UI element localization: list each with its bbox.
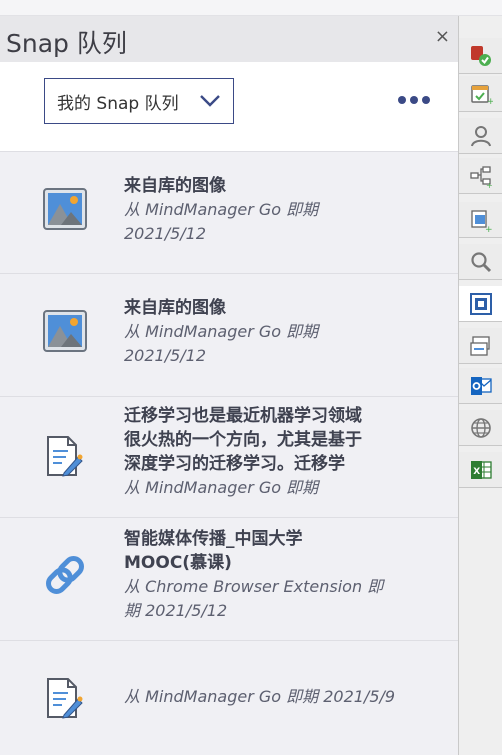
item-title-line: 迁移学习也是最近机器学习领域 xyxy=(124,406,362,426)
image-icon xyxy=(43,188,87,230)
more-options-button[interactable] xyxy=(394,88,434,112)
item-source: 从 MindManager Go 即期 xyxy=(124,200,319,219)
excel-icon: X xyxy=(470,460,492,479)
snap-queue-button[interactable] xyxy=(459,286,502,322)
chevron-down-icon xyxy=(200,95,220,107)
svg-text:+: + xyxy=(485,225,493,232)
person-button[interactable] xyxy=(459,118,502,154)
map-nodes-button[interactable]: + xyxy=(459,158,502,194)
list-item[interactable]: 从 MindManager Go 即期 2021/5/9 xyxy=(0,641,458,754)
search-button[interactable] xyxy=(459,244,502,280)
queue-dropdown[interactable]: 我的 Snap 队列 xyxy=(44,78,234,124)
item-text: 迁移学习也是最近机器学习领域 很火热的一个方向，尤其是基于 深度学习的迁移学习。… xyxy=(124,404,424,500)
list-item[interactable]: 来自库的图像 从 MindManager Go 即期 2021/5/12 xyxy=(0,274,458,397)
task-check-icon xyxy=(470,45,491,66)
link-icon xyxy=(46,556,84,594)
tool-sidebar: + + + X xyxy=(458,16,502,755)
item-date: 2021/5/12 xyxy=(124,224,207,243)
outlook-icon xyxy=(470,376,492,395)
item-date: 2021/5/12 xyxy=(124,346,207,365)
list-item[interactable]: 智能媒体传播_中国大学 MOOC(慕课) 从 Chrome Browser Ex… xyxy=(0,518,458,641)
item-source: 从 MindManager Go 即期 xyxy=(124,322,319,341)
svg-text:+: + xyxy=(487,97,493,106)
top-strip xyxy=(0,0,502,16)
item-source: 从 MindManager Go 即期 2021/5/9 xyxy=(124,687,396,706)
note-icon xyxy=(47,436,83,477)
panel-title: Snap 队列 xyxy=(6,29,127,58)
item-source-line: 期 2021/5/12 xyxy=(124,601,228,620)
queue-dropdown-label: 我的 Snap 队列 xyxy=(57,93,179,114)
excel-button[interactable]: X xyxy=(459,452,502,488)
item-text: 来自库的图像 从 MindManager Go 即期 2021/5/12 xyxy=(124,174,424,246)
panel-header: Snap 队列 × xyxy=(0,16,458,62)
more-dots-icon xyxy=(394,96,434,104)
list-item[interactable]: 来自库的图像 从 MindManager Go 即期 2021/5/12 xyxy=(0,152,458,274)
calendar-add-icon: + xyxy=(470,84,493,106)
svg-text:X: X xyxy=(473,467,480,477)
snap-list: 来自库的图像 从 MindManager Go 即期 2021/5/12 来自库… xyxy=(0,152,458,754)
window-icon xyxy=(469,335,490,356)
task-check-button[interactable] xyxy=(459,38,502,74)
toolbar: 我的 Snap 队列 xyxy=(0,62,458,152)
globe-button[interactable] xyxy=(459,410,502,446)
map-nodes-icon: + xyxy=(469,165,493,188)
topic-add-button[interactable]: + xyxy=(459,202,502,238)
note-icon xyxy=(47,678,83,719)
item-text: 智能媒体传播_中国大学 MOOC(慕课) 从 Chrome Browser Ex… xyxy=(124,527,424,623)
snap-icon xyxy=(469,292,492,315)
image-icon xyxy=(43,310,87,352)
outlook-button[interactable] xyxy=(459,368,502,404)
topic-add-icon: + xyxy=(470,209,493,232)
item-title: 来自库的图像 xyxy=(124,176,226,196)
window-button[interactable] xyxy=(459,328,502,364)
snap-queue-panel: Snap 队列 × 我的 Snap 队列 来自库的图像 从 MindManage… xyxy=(0,16,458,755)
item-title-line: MOOC(慕课) xyxy=(124,553,232,573)
svg-text:+: + xyxy=(486,181,493,188)
item-text: 来自库的图像 从 MindManager Go 即期 2021/5/12 xyxy=(124,296,424,368)
item-title-line: 很火热的一个方向，尤其是基于 xyxy=(124,430,362,450)
item-text: 从 MindManager Go 即期 2021/5/9 xyxy=(124,685,424,709)
person-icon xyxy=(470,125,491,146)
globe-icon xyxy=(470,417,491,438)
item-source: 从 MindManager Go 即期 xyxy=(124,478,319,497)
item-source-line: 从 Chrome Browser Extension 即 xyxy=(124,577,384,596)
item-title: 来自库的图像 xyxy=(124,298,226,318)
item-title-line: 智能媒体传播_中国大学 xyxy=(124,529,303,549)
list-item[interactable]: 迁移学习也是最近机器学习领域 很火热的一个方向，尤其是基于 深度学习的迁移学习。… xyxy=(0,397,458,518)
item-title-line: 深度学习的迁移学习。迁移学 xyxy=(124,454,345,474)
search-icon xyxy=(470,251,491,272)
calendar-add-button[interactable]: + xyxy=(459,76,502,112)
close-button[interactable]: × xyxy=(435,28,450,46)
